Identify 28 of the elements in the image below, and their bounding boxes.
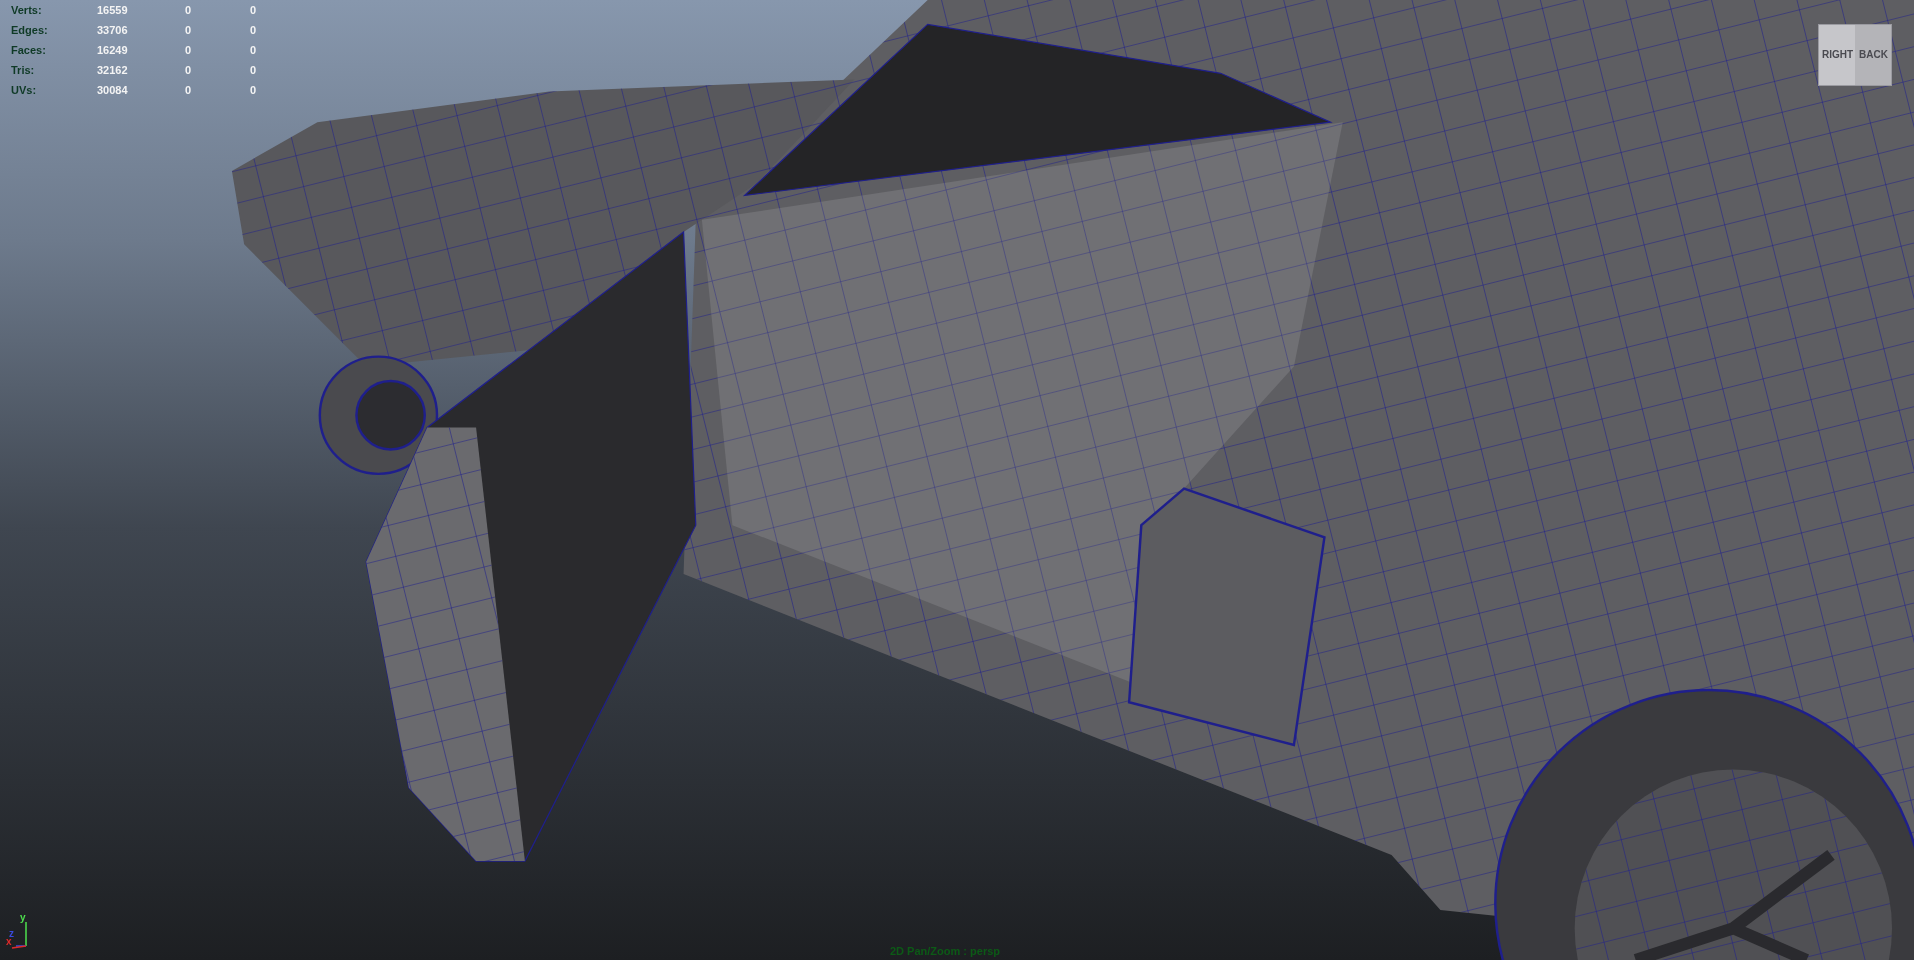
stat-value: 0 bbox=[185, 4, 193, 16]
stat-label: UVs: bbox=[11, 84, 38, 96]
3d-viewport[interactable]: Verts: 16559 0 0 Edges: 33706 0 0 Faces: 16249 0 0 Tris: 32162 0 0 UVs: 30084 0 0 RIGHT BACK y z x 2D Pan/Zoom : persp bbox=[0, 0, 1914, 960]
stat-value: 33706 bbox=[97, 24, 129, 36]
stat-value: 16249 bbox=[97, 44, 129, 56]
stat-value: 0 bbox=[185, 84, 193, 96]
camera-label: 2D Pan/Zoom : persp bbox=[890, 945, 1001, 957]
cube-face-label: BACK bbox=[1859, 49, 1888, 61]
axis-label: z bbox=[9, 928, 14, 939]
stat-label: Verts: bbox=[11, 4, 43, 16]
stat-value: 0 bbox=[250, 4, 258, 16]
stat-label: Edges: bbox=[11, 24, 49, 36]
stat-value: 0 bbox=[250, 24, 258, 36]
stat-value: 0 bbox=[250, 64, 258, 76]
stat-value: 0 bbox=[250, 84, 258, 96]
stat-label: Faces: bbox=[11, 44, 47, 56]
view-cube[interactable]: RIGHT BACK bbox=[1818, 24, 1892, 86]
stat-label: Tris: bbox=[11, 64, 36, 76]
stat-value: 32162 bbox=[97, 64, 129, 76]
stat-value: 30084 bbox=[97, 84, 129, 96]
stat-value: 0 bbox=[185, 64, 193, 76]
cube-face-label: RIGHT bbox=[1822, 49, 1854, 61]
stat-value: 16559 bbox=[97, 4, 129, 16]
stat-value: 0 bbox=[185, 24, 193, 36]
axis-label: y bbox=[20, 912, 26, 923]
axis-label: x bbox=[6, 936, 12, 947]
stat-value: 0 bbox=[185, 44, 193, 56]
stat-value: 0 bbox=[250, 44, 258, 56]
